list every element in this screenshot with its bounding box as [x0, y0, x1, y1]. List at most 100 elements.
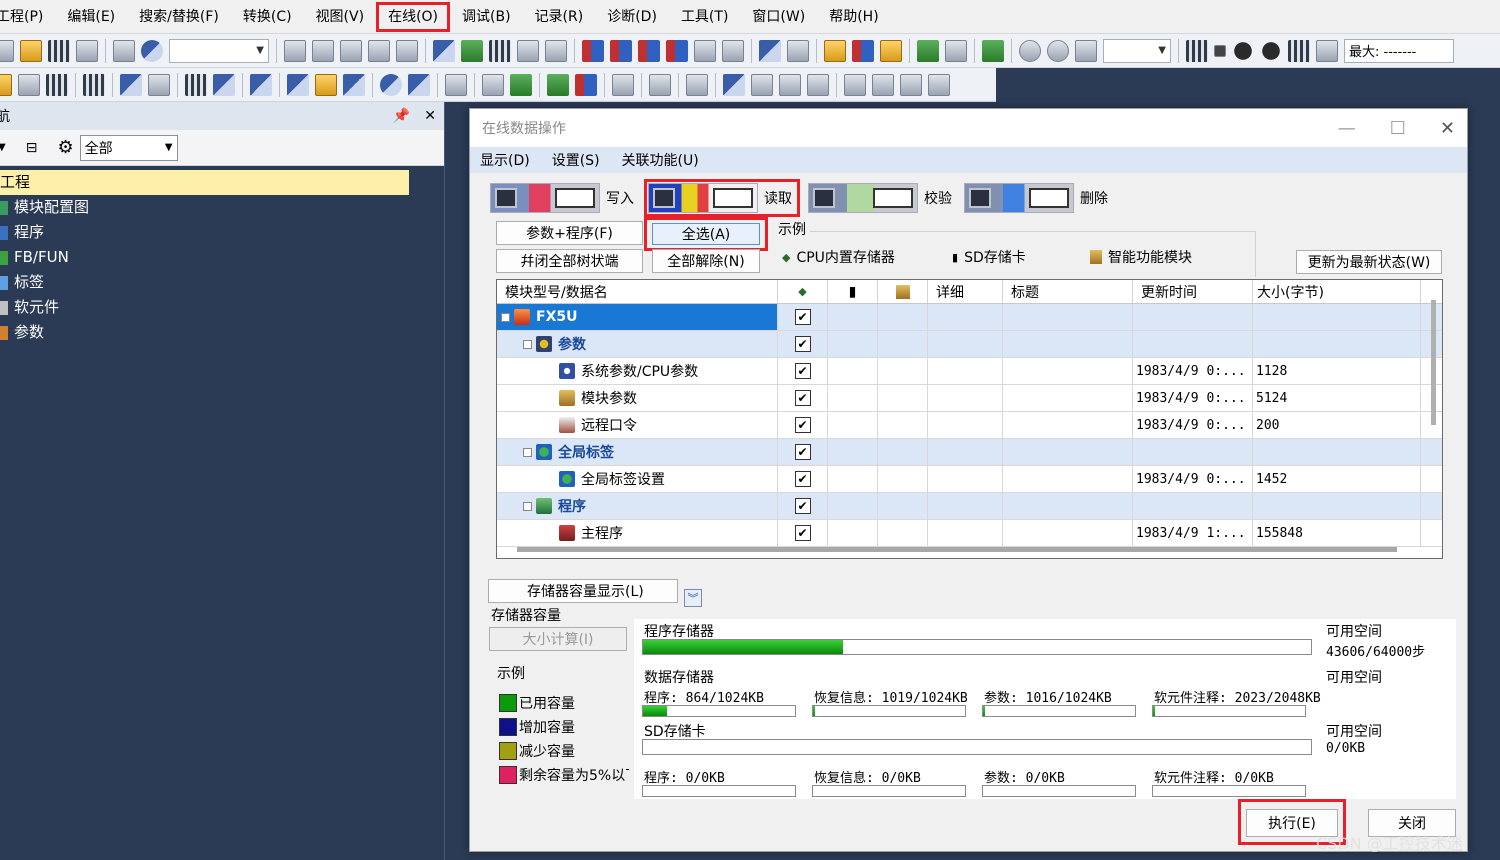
- dev-icon-4[interactable]: [343, 73, 365, 96]
- row-checkbox[interactable]: ✔: [794, 309, 811, 325]
- grid-icon-1[interactable]: [844, 73, 866, 96]
- debug-icon-1[interactable]: [824, 39, 846, 62]
- param-program-button[interactable]: 参数+程序(F): [496, 221, 643, 245]
- mode-verify[interactable]: 校验: [806, 181, 956, 215]
- row-checkbox[interactable]: ✔: [794, 471, 811, 487]
- preview-icon[interactable]: [113, 39, 135, 62]
- redo-icon[interactable]: [396, 39, 418, 62]
- print-project-icon[interactable]: [18, 73, 40, 96]
- dev-icon-3[interactable]: [315, 73, 337, 96]
- search-device-icon[interactable]: [686, 73, 708, 96]
- device-watch-icon[interactable]: [787, 39, 809, 62]
- row-checkbox[interactable]: ✔: [794, 390, 811, 406]
- layout-icon-1[interactable]: [751, 73, 773, 96]
- close-all-tree-button[interactable]: 幷闭全部树状端: [496, 249, 643, 273]
- nav-item-3[interactable]: FB/FUN: [0, 245, 444, 270]
- device-icon[interactable]: [433, 39, 455, 62]
- device-green-icon[interactable]: [461, 39, 483, 62]
- verify-plc-icon[interactable]: [638, 39, 660, 62]
- nav-item-2[interactable]: 程序: [0, 220, 444, 245]
- nav-item-6[interactable]: 参数: [0, 320, 444, 345]
- tool-disabled-icon[interactable]: [612, 73, 634, 96]
- expand-toggle-icon[interactable]: [501, 312, 510, 322]
- network-icon-1[interactable]: [917, 39, 939, 62]
- col-detail[interactable]: 详细: [928, 280, 1003, 303]
- grid-icon-3[interactable]: [900, 73, 922, 96]
- deselect-all-button[interactable]: 全部解除(N): [652, 249, 760, 273]
- layout-icon-2[interactable]: [779, 73, 801, 96]
- size-calc-button[interactable]: 大小计算(I): [489, 627, 627, 651]
- dropdown-icon[interactable]: ▼: [0, 142, 6, 153]
- save-icon[interactable]: [48, 39, 70, 62]
- list-icon[interactable]: [445, 73, 467, 96]
- copy-icon[interactable]: [312, 39, 334, 62]
- mode-read[interactable]: 读取: [644, 179, 800, 217]
- menu-item-2[interactable]: 搜索/替换(F): [127, 2, 231, 32]
- find-window-icon[interactable]: [213, 73, 235, 96]
- help-icon[interactable]: [141, 39, 163, 62]
- menu-item-11[interactable]: 帮助(H): [817, 2, 890, 32]
- nav-item-5[interactable]: 软元件: [0, 295, 444, 320]
- panel-splitter[interactable]: [444, 102, 452, 860]
- zoom-fit-icon[interactable]: [1075, 39, 1097, 62]
- col-update-time[interactable]: 更新时间: [1133, 280, 1253, 303]
- table-row[interactable]: 参数 ✔: [497, 331, 1442, 358]
- monitor-icon[interactable]: [666, 39, 688, 62]
- menu-item-5[interactable]: 在线(O): [376, 1, 451, 32]
- display-icon[interactable]: [982, 39, 1004, 62]
- expand-toggle-icon[interactable]: [523, 501, 532, 511]
- dialog-menu-1[interactable]: 设置(S): [552, 150, 600, 170]
- open-folder-icon[interactable]: [20, 39, 42, 62]
- print-icon[interactable]: [76, 39, 98, 62]
- menu-item-0[interactable]: 工程(P): [0, 2, 55, 32]
- maximize-icon[interactable]: ☐: [1390, 118, 1406, 139]
- paste-icon[interactable]: [340, 39, 362, 62]
- gear-icon[interactable]: ⚙: [57, 137, 73, 158]
- network-icon-2[interactable]: [945, 39, 967, 62]
- toolbar-combo-1[interactable]: ▼: [169, 38, 269, 63]
- zoom-in-icon[interactable]: [1019, 39, 1041, 62]
- check-circle-icon-2[interactable]: [1260, 39, 1282, 62]
- tree-view-icon[interactable]: ⊟: [26, 140, 38, 156]
- window-search-icon[interactable]: [723, 73, 745, 96]
- nav-item-0[interactable]: 工程: [0, 170, 409, 195]
- table-row[interactable]: 主程序 ✔ 1983/4/9 1:... 155848: [497, 520, 1442, 547]
- memory-display-button[interactable]: 存储器容量显示(L): [488, 579, 678, 603]
- debug-icon-3[interactable]: [880, 39, 902, 62]
- binoculars-icon[interactable]: [185, 73, 207, 96]
- col-cpu-memory[interactable]: ◆: [778, 280, 828, 303]
- monitor-mode-icon[interactable]: [722, 39, 744, 62]
- table-row[interactable]: 模块参数 ✔ 1983/4/9 0:... 5124: [497, 385, 1442, 412]
- menu-item-9[interactable]: 工具(T): [669, 2, 740, 32]
- dialog-menu-2[interactable]: 关联功能(U): [622, 150, 699, 170]
- row-checkbox[interactable]: ✔: [794, 444, 811, 460]
- scan-time-icon[interactable]: [1316, 39, 1338, 62]
- hex-icon[interactable]: [489, 39, 511, 62]
- cut-icon[interactable]: [284, 39, 306, 62]
- read-plc-icon[interactable]: [610, 39, 632, 62]
- table-row[interactable]: 全局标签设置 ✔ 1983/4/9 0:... 1452: [497, 466, 1442, 493]
- zoom-combo[interactable]: ▼: [1103, 38, 1171, 63]
- menu-item-3[interactable]: 转换(C): [231, 2, 304, 32]
- row-checkbox[interactable]: ✔: [794, 417, 811, 433]
- row-checkbox[interactable]: ✔: [794, 525, 811, 541]
- row-checkbox[interactable]: ✔: [794, 363, 811, 379]
- menu-item-6[interactable]: 调试(B): [450, 2, 523, 32]
- minimize-icon[interactable]: —: [1338, 118, 1356, 139]
- undo-icon[interactable]: [368, 39, 390, 62]
- ladder-icon-1[interactable]: [482, 73, 504, 96]
- menu-item-10[interactable]: 窗口(W): [740, 2, 817, 32]
- device-batch-icon[interactable]: [759, 39, 781, 62]
- stop-icon[interactable]: [1214, 44, 1226, 57]
- module-icon[interactable]: [83, 73, 105, 96]
- horizontal-scrollbar[interactable]: [517, 547, 1397, 552]
- row-checkbox[interactable]: ✔: [794, 498, 811, 514]
- nav-item-4[interactable]: 标签: [0, 270, 444, 295]
- dev-icon-1[interactable]: [250, 73, 272, 96]
- menu-item-4[interactable]: 视图(V): [304, 2, 377, 32]
- nav-filter-combo[interactable]: 全部 ▼: [79, 134, 178, 161]
- table-row[interactable]: 程序 ✔: [497, 493, 1442, 520]
- window-icon-1[interactable]: [120, 73, 142, 96]
- expand-toggle-icon[interactable]: [523, 339, 532, 349]
- col-title[interactable]: 标题: [1003, 280, 1133, 303]
